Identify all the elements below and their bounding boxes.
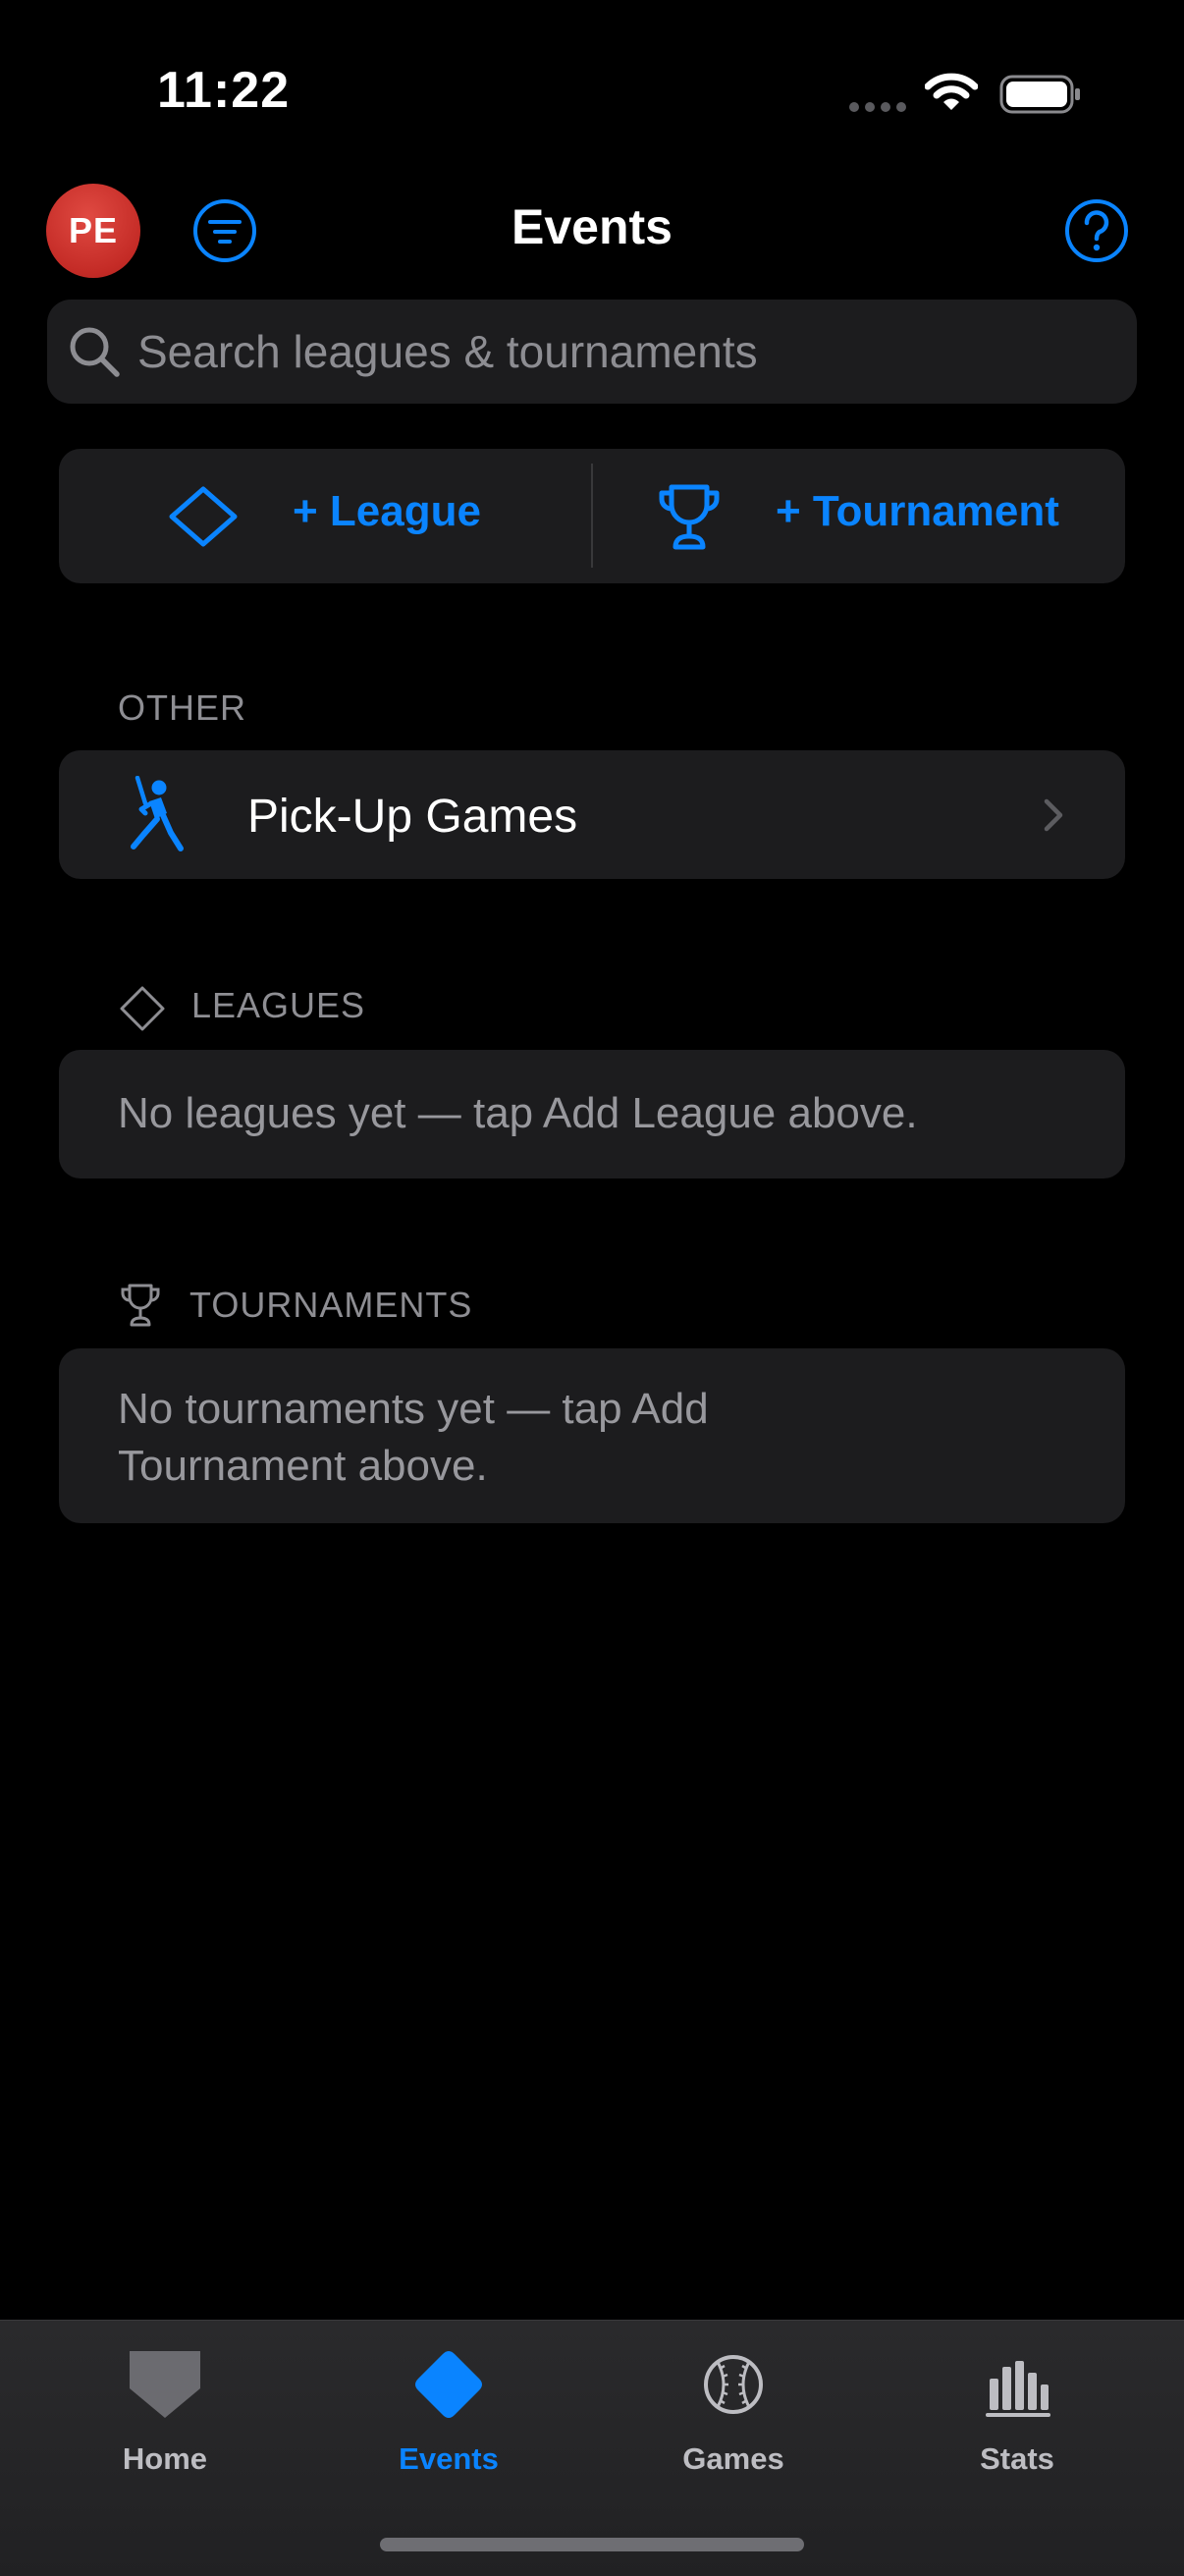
filter-icon[interactable] [192, 198, 257, 263]
tournaments-empty-text: No tournaments yet — tap Add Tournament … [118, 1385, 709, 1490]
battery-icon [999, 75, 1080, 114]
cellular-signal-icon [849, 102, 906, 112]
bar-chart-icon [986, 2361, 1050, 2417]
diamond-icon [169, 486, 238, 547]
home-plate-icon [130, 2351, 200, 2418]
baseball-icon [704, 2355, 763, 2414]
add-tournament-label: + Tournament [776, 487, 1059, 535]
trophy-icon [659, 484, 720, 550]
search-icon [70, 327, 120, 377]
pickup-games-row[interactable] [59, 750, 1125, 879]
tab-games[interactable]: Games [635, 2337, 832, 2485]
section-header-leagues: LEAGUES [191, 985, 366, 1025]
add-league-label: + League [293, 487, 481, 535]
help-icon[interactable] [1064, 198, 1129, 263]
page-title: Events [511, 199, 673, 254]
diamond-icon [120, 986, 165, 1031]
leagues-empty-text: No leagues yet — tap Add League above. [118, 1089, 918, 1137]
home-indicator[interactable] [380, 2538, 804, 2551]
wifi-icon [925, 73, 978, 110]
section-header-tournaments: TOURNAMENTS [189, 1285, 473, 1325]
section-header-other: OTHER [118, 687, 246, 728]
batter-icon [131, 776, 184, 851]
status-time: 11:22 [157, 62, 291, 119]
trophy-icon [121, 1284, 160, 1327]
tab-stats-label: Stats [980, 2441, 1054, 2476]
chevron-right-icon [1044, 798, 1063, 832]
pickup-games-label: Pick-Up Games [247, 791, 578, 843]
diamond-icon [415, 2351, 482, 2418]
tab-games-label: Games [682, 2441, 784, 2476]
tab-events-label: Events [399, 2441, 499, 2476]
tab-home[interactable]: Home [67, 2337, 263, 2485]
tab-stats[interactable]: Stats [919, 2337, 1115, 2485]
tab-events[interactable]: Events [350, 2337, 547, 2485]
avatar-initials: PE [68, 210, 119, 250]
avatar[interactable]: PE [46, 184, 140, 278]
tab-home-label: Home [122, 2441, 208, 2476]
search-input[interactable] [137, 314, 1100, 389]
